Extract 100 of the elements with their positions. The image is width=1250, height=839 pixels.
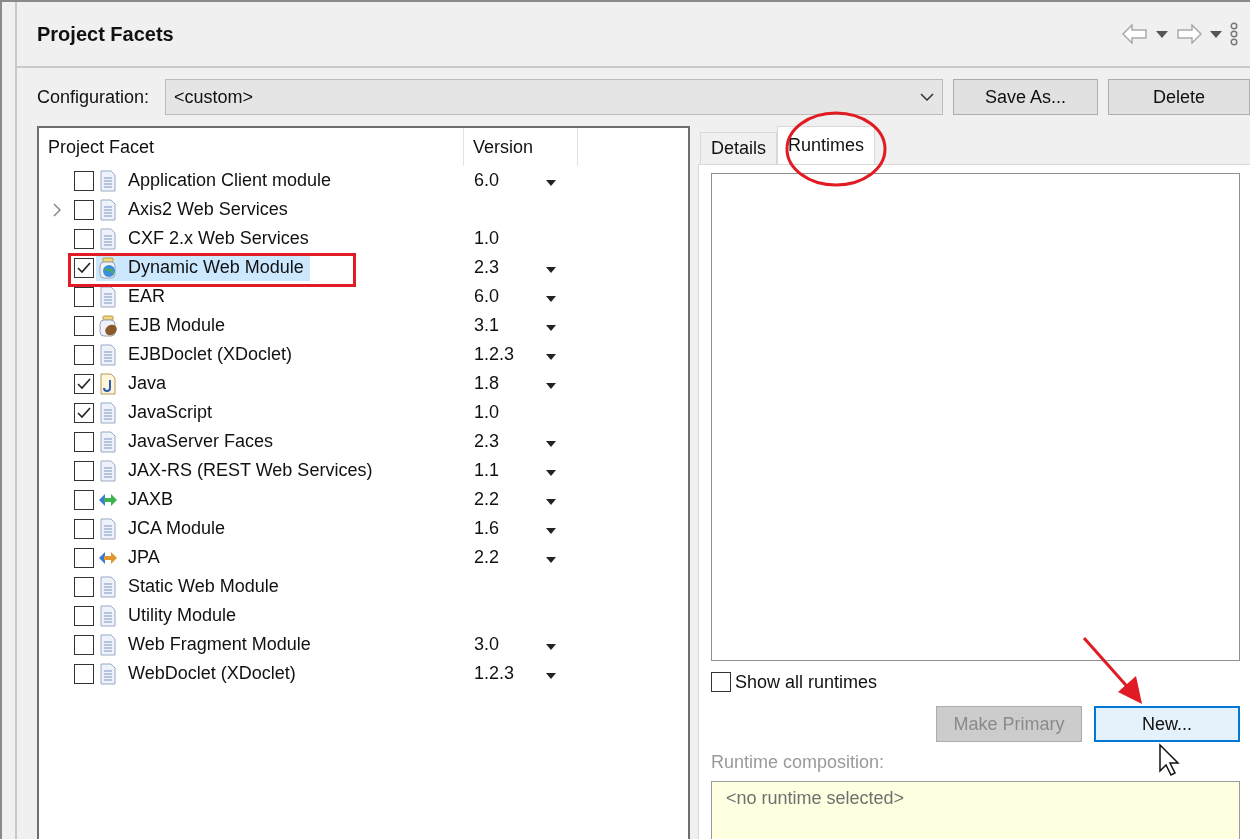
dropdown-caret-icon[interactable] bbox=[546, 470, 556, 476]
facet-checkbox[interactable] bbox=[74, 402, 94, 423]
facet-row[interactable]: Web Fragment Module bbox=[96, 631, 317, 658]
java-file-icon bbox=[98, 372, 118, 395]
facet-checkbox[interactable] bbox=[74, 576, 94, 597]
dropdown-caret-icon[interactable] bbox=[546, 557, 556, 563]
facet-name: WebDoclet (XDoclet) bbox=[128, 663, 296, 684]
document-icon bbox=[98, 662, 118, 685]
facet-row[interactable]: Dynamic Web Module bbox=[96, 254, 310, 281]
facet-checkbox[interactable] bbox=[74, 518, 94, 539]
show-all-checkbox[interactable] bbox=[711, 672, 731, 692]
facet-version: 2.3 bbox=[473, 431, 500, 451]
facet-name: Application Client module bbox=[128, 170, 332, 191]
expand-chevron-icon[interactable] bbox=[52, 202, 61, 217]
chevron-down-icon[interactable] bbox=[920, 93, 934, 101]
facet-name: CXF 2.x Web Services bbox=[128, 228, 309, 249]
facet-name: EAR bbox=[128, 286, 165, 307]
jar-globe-icon bbox=[98, 256, 118, 279]
facet-row[interactable]: Axis2 Web Services bbox=[96, 196, 294, 223]
facet-checkbox[interactable] bbox=[74, 634, 94, 655]
facet-version: 1.8 bbox=[473, 373, 500, 393]
facet-row[interactable]: JavaServer Faces bbox=[96, 428, 280, 455]
document-icon bbox=[98, 198, 118, 221]
dropdown-caret-icon[interactable] bbox=[546, 354, 556, 360]
facet-row[interactable]: JPA bbox=[96, 544, 166, 571]
facet-version: 6.0 bbox=[473, 170, 500, 190]
dropdown-caret-icon[interactable] bbox=[546, 383, 556, 389]
configuration-label: Configuration: bbox=[37, 86, 150, 108]
facet-row[interactable]: Application Client module bbox=[96, 167, 338, 194]
document-icon bbox=[98, 285, 118, 308]
facet-name: Utility Module bbox=[128, 605, 237, 626]
config-button[interactable]: Save As... bbox=[953, 79, 1098, 115]
facet-name: JAXB bbox=[128, 489, 174, 510]
tab[interactable]: Details bbox=[700, 132, 778, 164]
facet-row[interactable]: JAX-RS (REST Web Services) bbox=[96, 457, 379, 484]
facet-checkbox[interactable] bbox=[74, 489, 94, 510]
show-all-label: Show all runtimes bbox=[735, 671, 878, 693]
facet-row[interactable]: EAR bbox=[96, 283, 171, 310]
facet-name: Static Web Module bbox=[128, 576, 279, 597]
facet-name: JPA bbox=[128, 547, 160, 568]
dropdown-caret-icon[interactable] bbox=[546, 441, 556, 447]
facet-name: Web Fragment Module bbox=[128, 634, 311, 655]
document-icon bbox=[98, 401, 118, 424]
facet-version: 2.2 bbox=[473, 489, 500, 509]
facet-version: 3.1 bbox=[473, 315, 500, 335]
facet-row[interactable]: Utility Module bbox=[96, 602, 243, 629]
facet-checkbox[interactable] bbox=[74, 431, 94, 452]
facet-row[interactable]: Java bbox=[96, 370, 173, 397]
facet-version: 1.2.3 bbox=[473, 344, 515, 364]
dropdown-caret-icon[interactable] bbox=[546, 528, 556, 534]
composition-text: <no runtime selected> bbox=[726, 788, 905, 808]
facet-name: EJBDoclet (XDoclet) bbox=[128, 344, 293, 365]
facet-checkbox[interactable] bbox=[74, 286, 94, 307]
facet-checkbox[interactable] bbox=[74, 460, 94, 481]
facet-checkbox[interactable] bbox=[74, 605, 94, 626]
facet-checkbox[interactable] bbox=[74, 663, 94, 684]
facet-checkbox[interactable] bbox=[74, 257, 94, 278]
runtime-button[interactable]: New... bbox=[1094, 706, 1240, 742]
dropdown-caret-icon[interactable] bbox=[546, 296, 556, 302]
dropdown-caret-icon[interactable] bbox=[546, 673, 556, 679]
dropdown-caret-icon[interactable] bbox=[546, 180, 556, 186]
dropdown-caret-icon[interactable] bbox=[1210, 30, 1222, 38]
column-header[interactable]: Version bbox=[473, 136, 534, 158]
facet-name: JAX-RS (REST Web Services) bbox=[128, 460, 373, 481]
facet-version: 6.0 bbox=[473, 286, 500, 306]
facet-row[interactable]: JAXB bbox=[96, 486, 180, 513]
config-button[interactable]: Delete bbox=[1108, 79, 1250, 115]
facet-row[interactable]: JCA Module bbox=[96, 515, 232, 542]
facet-name: Dynamic Web Module bbox=[128, 257, 304, 278]
facet-checkbox[interactable] bbox=[74, 344, 94, 365]
dropdown-caret-icon[interactable] bbox=[546, 499, 556, 505]
more-menu-icon[interactable] bbox=[1230, 22, 1238, 46]
facet-row[interactable]: CXF 2.x Web Services bbox=[96, 225, 315, 252]
page-title: Project Facets bbox=[37, 22, 174, 46]
facet-version: 1.1 bbox=[473, 460, 500, 480]
facet-row[interactable]: EJB Module bbox=[96, 312, 232, 339]
facet-row[interactable]: JavaScript bbox=[96, 399, 219, 426]
dropdown-caret-icon[interactable] bbox=[1156, 30, 1168, 38]
facet-checkbox[interactable] bbox=[74, 315, 94, 336]
document-icon bbox=[98, 169, 118, 192]
facet-row[interactable]: WebDoclet (XDoclet) bbox=[96, 660, 302, 687]
facet-checkbox[interactable] bbox=[74, 170, 94, 191]
configuration-combo[interactable]: <custom> bbox=[165, 79, 943, 115]
facet-checkbox[interactable] bbox=[74, 228, 94, 249]
facet-checkbox[interactable] bbox=[74, 199, 94, 220]
facet-checkbox[interactable] bbox=[74, 547, 94, 568]
facet-row[interactable]: EJBDoclet (XDoclet) bbox=[96, 341, 299, 368]
facet-checkbox[interactable] bbox=[74, 373, 94, 394]
tab[interactable]: Runtimes bbox=[777, 126, 876, 164]
facet-row[interactable]: Static Web Module bbox=[96, 573, 285, 600]
column-header[interactable]: Project Facet bbox=[48, 136, 155, 158]
facet-name: JavaServer Faces bbox=[128, 431, 274, 452]
document-icon bbox=[98, 430, 118, 453]
document-icon bbox=[98, 633, 118, 656]
dropdown-caret-icon[interactable] bbox=[546, 325, 556, 331]
document-icon bbox=[98, 459, 118, 482]
dropdown-caret-icon[interactable] bbox=[546, 267, 556, 273]
document-icon bbox=[98, 575, 118, 598]
facet-name: Axis2 Web Services bbox=[128, 199, 288, 220]
dropdown-caret-icon[interactable] bbox=[546, 644, 556, 650]
